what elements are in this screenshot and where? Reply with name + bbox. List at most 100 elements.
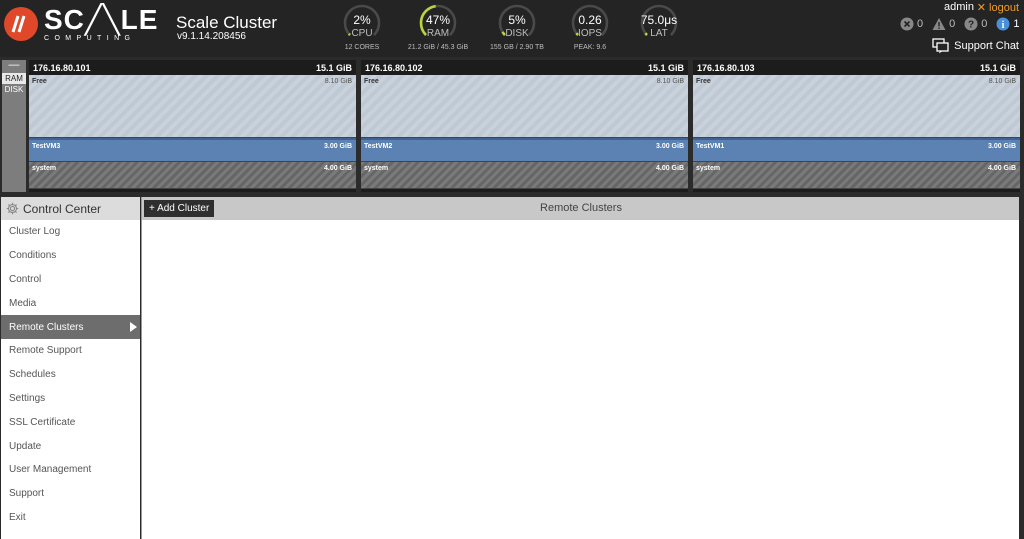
node-total: 15.1 GiB: [315, 62, 352, 73]
sidebar-item-schedules[interactable]: Schedules: [1, 363, 140, 387]
warning-count: 0: [949, 18, 956, 30]
sidebar-item-exit[interactable]: Exit: [1, 506, 140, 530]
panel-title: Remote Clusters: [540, 202, 622, 214]
free-label: Free: [696, 78, 711, 85]
warning-alert[interactable]: 0: [932, 17, 955, 31]
chat-icon: [932, 38, 949, 54]
logo-word: SC╱╲LE: [44, 4, 159, 35]
info-alert[interactable]: i 1: [996, 17, 1020, 31]
node-card[interactable]: 176.16.80.103 15.1 GiB Free 8.10 GiB TestVM1…: [693, 60, 1020, 192]
sidebar-item-conditions[interactable]: Conditions: [1, 244, 140, 268]
sidebar-item-support[interactable]: Support: [1, 482, 140, 506]
system-segment: system 4.00 GiB: [693, 162, 1020, 189]
system-size: 4.00 GiB: [323, 165, 352, 172]
gauge-iops: 0.26 IOPS PEAK: 9.6: [552, 3, 628, 55]
system-size: 4.00 GiB: [655, 165, 684, 172]
remote-clusters-panel: + Add Cluster Remote Clusters: [141, 197, 1019, 539]
logout-link[interactable]: ✕ logout: [977, 1, 1019, 14]
support-chat-label: Support Chat: [954, 40, 1019, 52]
vm-name: TestVM2: [364, 143, 393, 150]
tab-disk[interactable]: DISK: [2, 84, 26, 95]
node-header: 176.16.80.101 15.1 GiB: [29, 60, 356, 75]
node-card[interactable]: 176.16.80.102 15.1 GiB Free 8.10 GiB TestVM2…: [361, 60, 688, 192]
vm-segment[interactable]: TestVM2 3.00 GiB: [361, 138, 688, 162]
gauge-cpu: 2% CPU 12 CORES: [324, 3, 400, 55]
free-label: Free: [364, 78, 379, 85]
resource-strip: — RAM DISK 176.16.80.101 15.1 GiB Free 8.10…: [0, 57, 1024, 197]
sidebar-item-cluster-log[interactable]: Cluster Log: [1, 220, 140, 244]
node-header: 176.16.80.102 15.1 GiB: [361, 60, 688, 75]
gauge-label: LAT: [650, 28, 668, 39]
scale-logo: SC╱╲LE COMPUTING: [4, 6, 158, 42]
vm-segment[interactable]: TestVM1 3.00 GiB: [693, 138, 1020, 162]
sidebar-item-settings[interactable]: Settings: [1, 387, 140, 411]
gauge-lat: 75.0μs LAT: [621, 3, 697, 55]
error-count: 0: [917, 18, 924, 30]
question-count: 0: [981, 18, 988, 30]
sidebar-header: Control Center: [1, 197, 140, 220]
system-label: system: [32, 165, 57, 172]
collapse-button[interactable]: —: [2, 60, 26, 73]
vm-size: 3.00 GiB: [655, 143, 684, 150]
sidebar-item-user-management[interactable]: User Management: [1, 458, 140, 482]
svg-text:?: ?: [968, 20, 974, 31]
free-label: Free: [32, 78, 47, 85]
gauge-value: 2%: [353, 13, 371, 27]
logo-sub: COMPUTING: [44, 35, 136, 42]
warning-icon: [932, 18, 946, 30]
gear-icon: [6, 202, 19, 215]
logo-slash-icon: [4, 7, 38, 41]
node-ip: 176.16.80.103: [697, 62, 755, 73]
free-segment: Free 8.10 GiB: [693, 75, 1020, 138]
system-segment: system 4.00 GiB: [361, 162, 688, 189]
sidebar-title: Control Center: [23, 201, 102, 216]
resource-tabs: — RAM DISK: [2, 60, 26, 192]
user-name: admin: [944, 1, 974, 13]
support-chat-button[interactable]: Support Chat: [932, 38, 1019, 54]
node-total: 15.1 GiB: [647, 62, 684, 73]
sidebar-item-remote-support[interactable]: Remote Support: [1, 339, 140, 363]
error-alert[interactable]: 0: [900, 17, 923, 31]
gauge-label: CPU: [351, 28, 373, 39]
node-card[interactable]: 176.16.80.101 15.1 GiB Free 8.10 GiB TestVM3…: [29, 60, 356, 192]
question-icon: ?: [964, 17, 978, 31]
sidebar-item-remote-clusters[interactable]: Remote Clusters: [1, 315, 140, 339]
system-size: 4.00 GiB: [987, 165, 1016, 172]
free-size: 8.10 GiB: [988, 78, 1016, 85]
question-alert[interactable]: ? 0: [964, 17, 987, 31]
error-icon: [900, 17, 914, 31]
control-center-sidebar: Control Center Cluster Log Conditions Cont…: [1, 197, 140, 539]
vm-size: 3.00 GiB: [323, 143, 352, 150]
gauge-value: 75.0μs: [640, 13, 678, 27]
top-header: SC╱╲LE COMPUTING Scale Cluster v9.1.14.2…: [0, 0, 1024, 57]
info-icon: i: [996, 17, 1010, 31]
free-size: 8.10 GiB: [656, 78, 684, 85]
free-segment: Free 8.10 GiB: [361, 75, 688, 138]
vm-segment[interactable]: TestVM3 3.00 GiB: [29, 138, 356, 162]
gauge-label: RAM: [426, 28, 450, 39]
sidebar-item-ssl-certificate[interactable]: SSL Certificate: [1, 410, 140, 434]
gauge-value: 0.26: [578, 13, 602, 27]
sidebar-item-media[interactable]: Media: [1, 291, 140, 315]
vm-size: 3.00 GiB: [987, 143, 1016, 150]
system-label: system: [696, 165, 721, 172]
panel-header: + Add Cluster Remote Clusters: [142, 197, 1019, 220]
node-ip: 176.16.80.102: [365, 62, 423, 73]
free-segment: Free 8.10 GiB: [29, 75, 356, 138]
gauge-ram: 47% RAM 21.2 GiB / 45.3 GiB: [400, 3, 476, 55]
system-label: system: [364, 165, 389, 172]
sidebar-item-update[interactable]: Update: [1, 434, 140, 458]
sidebar-item-control[interactable]: Control: [1, 268, 140, 292]
gauge-value: 5%: [508, 13, 526, 27]
tab-ram[interactable]: RAM: [2, 73, 26, 84]
svg-text:i: i: [1002, 20, 1005, 31]
node-ip: 176.16.80.101: [33, 62, 91, 73]
gauge-label: IOPS: [578, 28, 602, 39]
cluster-version: v9.1.14.208456: [177, 31, 246, 42]
free-size: 8.10 GiB: [324, 78, 352, 85]
vm-name: TestVM1: [696, 143, 725, 150]
gauge-value: 47%: [425, 13, 451, 27]
system-segment: system 4.00 GiB: [29, 162, 356, 189]
gauge-label: DISK: [505, 28, 529, 39]
node-total: 15.1 GiB: [979, 62, 1016, 73]
